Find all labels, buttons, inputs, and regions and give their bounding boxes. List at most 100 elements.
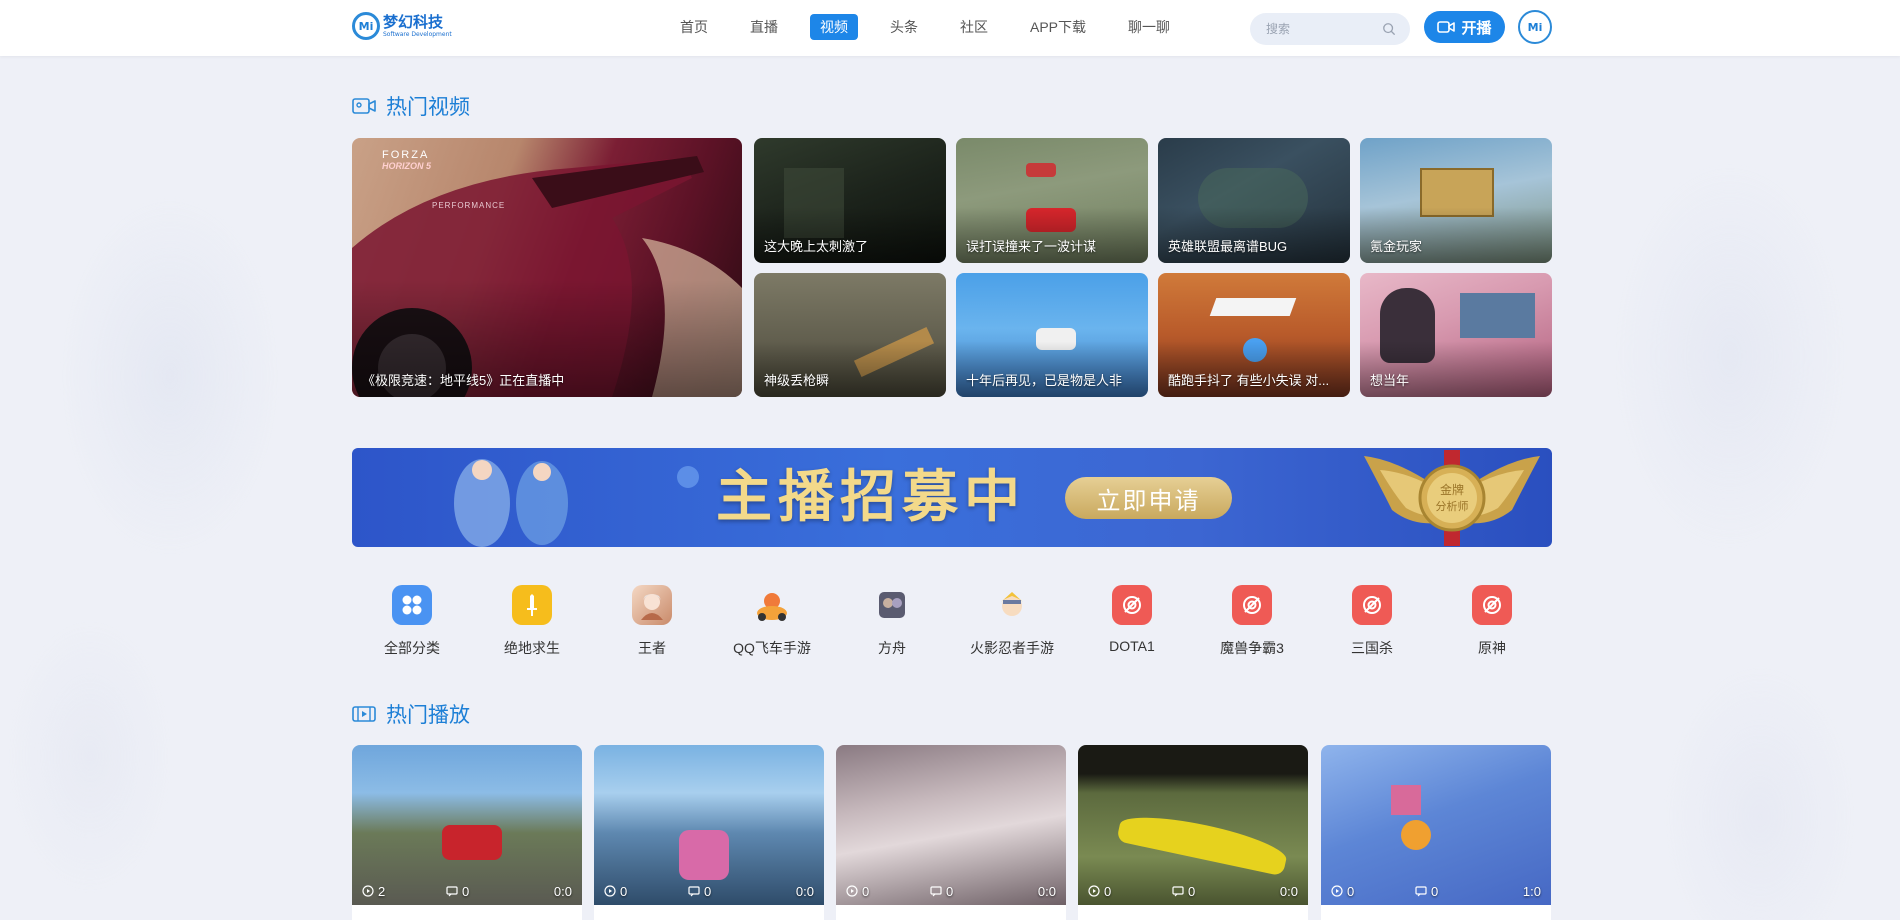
search-input[interactable] — [1266, 13, 1376, 45]
forza-wordmark: FORZA — [382, 149, 429, 161]
start-live-button[interactable]: 开播 — [1424, 11, 1505, 43]
streamer-recruit-banner[interactable]: 主播招募中 立即申请 金牌 分析师 — [352, 448, 1552, 547]
category-warcraft3[interactable]: 魔兽争霸3 — [1192, 585, 1312, 658]
search-box — [1250, 13, 1410, 45]
nav-live[interactable]: 直播 — [740, 14, 788, 40]
video-tile[interactable]: 十年后再见，已是物是人非 — [956, 273, 1148, 397]
hot-videos-title: 热门视频 — [386, 96, 470, 119]
target-icon — [1232, 585, 1272, 625]
comment-count: 0 — [946, 883, 954, 899]
category-genshin[interactable]: 原神 — [1432, 585, 1552, 658]
play-count-icon — [362, 885, 374, 897]
video-duration: 0:0 — [795, 883, 814, 899]
performance-label: PERFORMANCE — [432, 201, 505, 210]
category-qq-speed[interactable]: QQ飞车手游 — [712, 585, 832, 658]
dagger-icon — [512, 585, 552, 625]
target-icon — [1472, 585, 1512, 625]
comment-icon — [1415, 886, 1427, 897]
video-card[interactable]: 0 0 0:0 — [594, 745, 824, 920]
logo-mark-icon: Mi — [352, 12, 380, 40]
video-tile[interactable]: 氪金玩家 — [1360, 138, 1552, 263]
video-caption: 《极限竞速：地平线5》正在直播中 — [362, 373, 565, 388]
category-label: 绝地求生 — [504, 640, 560, 656]
horizon-wordmark: HORIZON 5 — [382, 161, 432, 171]
hero-portrait-icon — [632, 585, 672, 625]
category-all[interactable]: 全部分类 — [352, 585, 472, 658]
banner-title: 主播招募中 — [716, 464, 1026, 530]
grid-icon — [392, 585, 432, 625]
category-sanguosha[interactable]: 三国杀 — [1312, 585, 1432, 658]
category-label: 火影忍者手游 — [970, 640, 1054, 656]
apply-now-button[interactable]: 立即申请 — [1065, 477, 1232, 519]
nav-headlines[interactable]: 头条 — [880, 14, 928, 40]
nav-community[interactable]: 社区 — [950, 14, 998, 40]
category-pubg[interactable]: 绝地求生 — [472, 585, 592, 658]
video-caption: 这大晚上太刺激了 — [764, 239, 869, 254]
video-caption: 误打误撞来了一波计谋 — [966, 239, 1097, 254]
video-camera-icon — [352, 98, 376, 114]
badge-line1: 金牌 — [1440, 482, 1464, 497]
kart-icon — [752, 585, 792, 625]
nav-video[interactable]: 视频 — [810, 14, 858, 40]
banner-characters-art — [454, 459, 568, 547]
category-dota1[interactable]: DOTA1 — [1072, 585, 1192, 658]
video-tile[interactable]: 神级丢枪瞬 — [754, 273, 946, 397]
hot-videos-heading: 热门视频 — [352, 91, 470, 121]
hot-play-title: 热门播放 — [386, 704, 470, 727]
top-navigation-bar: Mi 梦幻科技 Software Development 首页 直播 视频 头条… — [0, 0, 1900, 56]
category-ark[interactable]: 方舟 — [832, 585, 952, 658]
category-naruto[interactable]: 火影忍者手游 — [952, 585, 1072, 658]
video-tile[interactable]: 误打误撞来了一波计谋 — [956, 138, 1148, 263]
brand-name: 梦幻科技 — [383, 12, 444, 31]
video-caption: 神级丢枪瞬 — [764, 373, 830, 388]
user-avatar[interactable]: Mi — [1518, 10, 1552, 44]
video-caption: 酷跑手抖了 有些小失误 对... — [1168, 373, 1330, 388]
video-caption: 英雄联盟最离谱BUG — [1168, 239, 1288, 254]
video-duration: 1:0 — [1522, 883, 1541, 899]
comment-count: 0 — [1431, 883, 1439, 899]
comment-count: 0 — [704, 883, 712, 899]
film-icon — [352, 706, 376, 722]
comment-icon — [446, 886, 458, 897]
background-art-left — [0, 56, 340, 920]
badge-line2: 分析师 — [1436, 499, 1469, 513]
main-nav: 首页 直播 视频 头条 社区 APP下载 聊一聊 — [670, 14, 1202, 40]
hot-play-heading: 热门播放 — [352, 699, 470, 729]
brand-logo[interactable]: Mi 梦幻科技 Software Development — [352, 11, 452, 41]
category-label: 王者 — [638, 640, 666, 656]
video-card[interactable]: 0 0 0:0 — [836, 745, 1066, 920]
play-count-icon — [1331, 885, 1343, 897]
category-label: 三国杀 — [1351, 640, 1393, 656]
video-tile[interactable]: 这大晚上太刺激了 — [754, 138, 946, 263]
category-honor-of-kings[interactable]: 王者 — [592, 585, 712, 658]
video-duration: 0:0 — [553, 883, 572, 899]
nav-app-download[interactable]: APP下载 — [1020, 14, 1096, 40]
video-duration: 0:0 — [1279, 883, 1298, 899]
ninja-icon — [992, 585, 1032, 625]
video-caption: 氪金玩家 — [1370, 239, 1423, 254]
play-count: 0 — [620, 883, 628, 899]
video-card[interactable]: 0 0 1:0 — [1321, 745, 1551, 920]
video-card[interactable]: 0 0 0:0 — [1078, 745, 1308, 920]
video-tile[interactable]: 酷跑手抖了 有些小失误 对... — [1158, 273, 1350, 397]
play-count: 0 — [1347, 883, 1355, 899]
video-camera-icon — [1437, 21, 1456, 33]
start-live-label: 开播 — [1461, 19, 1492, 37]
play-count-icon — [846, 885, 858, 897]
video-caption: 十年后再见，已是物是人非 — [966, 373, 1123, 388]
play-count-icon — [604, 885, 616, 897]
nav-home[interactable]: 首页 — [670, 14, 718, 40]
gold-analyst-badge-icon: 金牌 分析师 — [1364, 450, 1540, 546]
comment-count: 0 — [1188, 883, 1196, 899]
video-tile[interactable]: 想当年 — [1360, 273, 1552, 397]
play-count: 2 — [378, 883, 386, 899]
video-tile[interactable]: 英雄联盟最离谱BUG — [1158, 138, 1350, 263]
category-list: 全部分类 绝地求生 王者 QQ飞车手游 方舟 火影忍者手游 DOTA1 魔兽争霸… — [352, 585, 1552, 658]
comment-icon — [1172, 886, 1184, 897]
video-card[interactable]: 2 0 0:0 — [352, 745, 582, 920]
nav-chat[interactable]: 聊一聊 — [1118, 14, 1180, 40]
play-count: 0 — [1104, 883, 1112, 899]
featured-video-tile[interactable]: FORZA HORIZON 5 PERFORMANCE 《极限竞速：地平线5》正… — [352, 138, 742, 397]
target-icon — [1352, 585, 1392, 625]
search-icon[interactable] — [1382, 22, 1396, 36]
